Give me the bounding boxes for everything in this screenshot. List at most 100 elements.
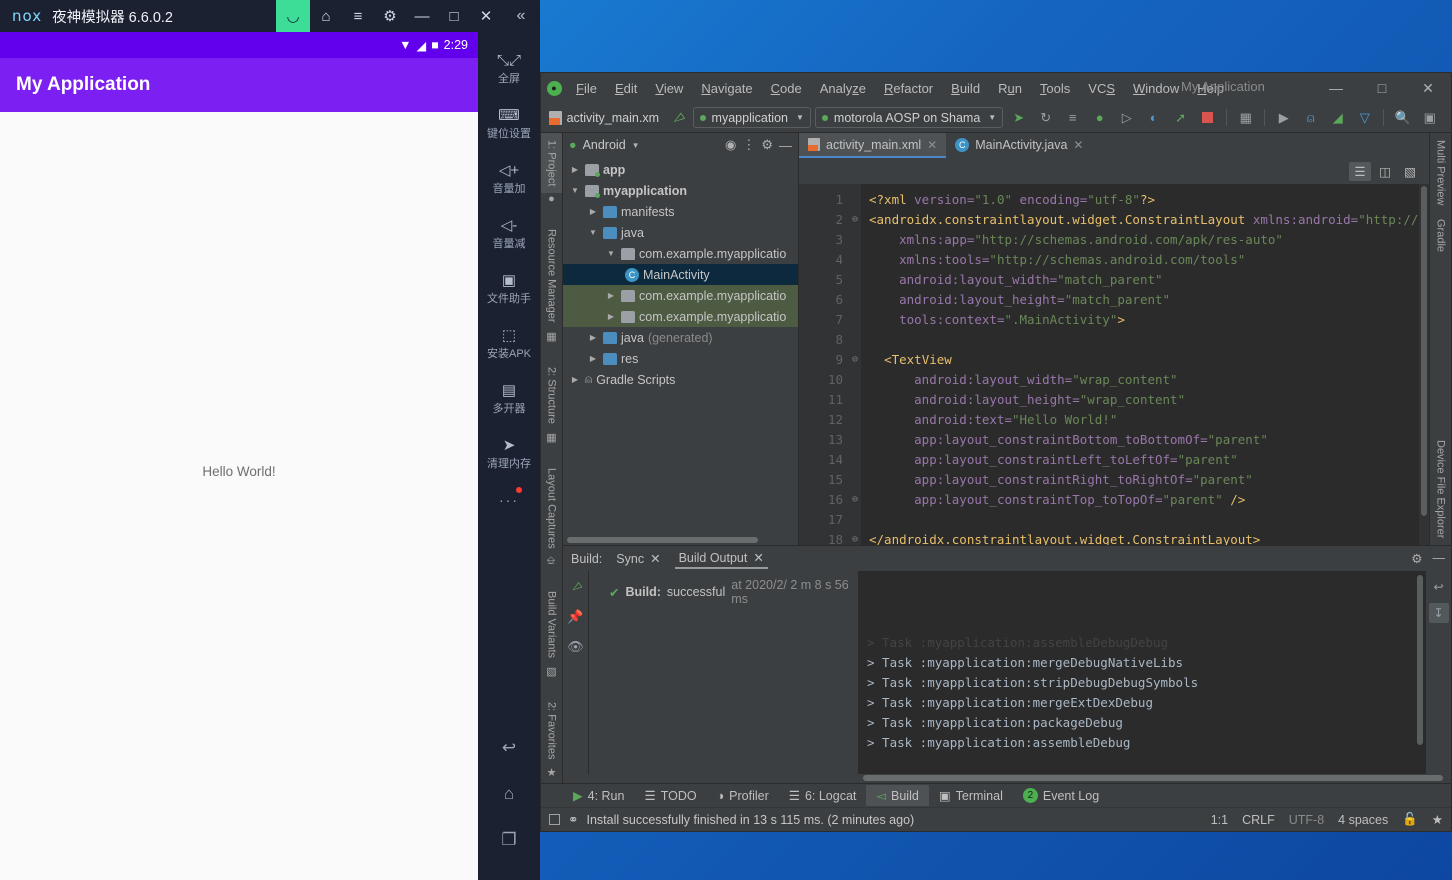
code-line[interactable]: </androidx.constraintlayout.widget.Const… [869, 530, 1429, 545]
volume-up-button[interactable]: ◁+ 音量加 [478, 152, 540, 207]
chevron-down-icon[interactable]: ▼ [569, 186, 581, 195]
tree-item-app[interactable]: ▶ app [563, 159, 798, 180]
fold-marker[interactable] [849, 510, 861, 530]
code-line[interactable]: android:text="Hello World!" [869, 410, 1429, 430]
gear-icon[interactable]: ⚙ [374, 0, 406, 32]
attach-debugger-button[interactable]: ▷ [1115, 106, 1138, 129]
soft-wrap-button[interactable]: ↩ [1429, 577, 1449, 597]
build-output-log[interactable]: > Task :myapplication:assembleDebugDebug… [859, 571, 1425, 774]
tree-item-java-generated[interactable]: ▶ java (generated) [563, 327, 798, 348]
device-selector-combo[interactable]: motorola AOSP on Shama ▼ [814, 107, 1004, 128]
tab-activity-main-xml[interactable]: activity_main.xml ✕ [799, 133, 947, 158]
hammer-icon[interactable]: ◅ [567, 578, 584, 597]
eye-icon[interactable]: 👁 [567, 639, 584, 655]
fold-marker[interactable]: ⊖ [849, 210, 861, 230]
code-line[interactable]: app:layout_constraintBottom_toBottomOf="… [869, 430, 1429, 450]
fold-marker[interactable] [849, 390, 861, 410]
profiler-button[interactable]: ◐ [1142, 106, 1165, 129]
code-line[interactable]: <?xml version="1.0" encoding="utf-8"?> [869, 190, 1429, 210]
device-manager-button[interactable]: ▽ [1353, 106, 1376, 129]
chevron-right-icon[interactable]: ▶ [587, 333, 599, 342]
chevron-right-icon[interactable]: ▶ [605, 291, 617, 300]
code-line[interactable]: app:layout_constraintLeft_toLeftOf="pare… [869, 450, 1429, 470]
stop-run-button[interactable]: ≡ [1061, 106, 1084, 129]
chevron-right-icon[interactable]: ▶ [569, 375, 581, 384]
run-configuration-combo[interactable]: myapplication ▼ [692, 107, 811, 128]
log-scrollbar[interactable] [1417, 575, 1423, 745]
sidebar-item-project[interactable]: 1: Project [541, 133, 562, 194]
menu-file[interactable]: File [567, 77, 606, 100]
indent-setting[interactable]: 4 spaces [1338, 813, 1388, 827]
tool-window-profiler[interactable]: ◑ Profiler [707, 786, 779, 806]
tree-item-myapplication[interactable]: ▼ myapplication [563, 180, 798, 201]
chevron-right-icon[interactable]: ▶ [569, 165, 581, 174]
back-nav-icon[interactable]: ↩ [502, 738, 516, 758]
fold-marker[interactable]: ⊖ [849, 490, 861, 510]
build-horizontal-scrollbar[interactable] [563, 774, 1451, 783]
tool-window-todo[interactable]: ☰ TODO [634, 785, 706, 806]
emulator-device-screen[interactable]: ▼ ◢ ■ 2:29 My Application Hello World! [0, 32, 478, 880]
hammer-icon[interactable]: ◅ [664, 104, 692, 131]
toggle-toolbars-icon[interactable] [549, 814, 560, 825]
file-encoding[interactable]: UTF-8 [1289, 813, 1324, 827]
sdk-manager-button[interactable]: ▦ [1234, 106, 1257, 129]
tree-item-package-3[interactable]: ▶ com.example.myapplicatio [563, 306, 798, 327]
sidebar-item-favorites[interactable]: 2: Favorites [541, 695, 562, 766]
code-line[interactable]: <androidx.constraintlayout.widget.Constr… [869, 210, 1429, 230]
tab-sync[interactable]: Sync ✕ [612, 549, 664, 568]
sidebar-item-gradle[interactable]: Gradle [1430, 212, 1451, 259]
run-with-coverage-button[interactable]: ➚ [1169, 106, 1192, 129]
chevron-down-icon[interactable]: ▼ [587, 228, 599, 237]
fold-marker[interactable] [849, 470, 861, 490]
fold-marker[interactable] [849, 370, 861, 390]
tool-window-build[interactable]: ◅ Build [866, 785, 929, 806]
fold-marker[interactable] [849, 430, 861, 450]
fold-marker[interactable]: ⊖ [849, 350, 861, 370]
sidebar-item-device-file-explorer[interactable]: Device File Explorer [1430, 433, 1451, 545]
fold-marker[interactable] [849, 250, 861, 270]
project-tree[interactable]: ▶ app ▼ myapplication ▶ manifests ▼ java… [563, 157, 798, 536]
chevron-down-icon[interactable]: ▼ [605, 249, 617, 258]
profile-avatar-button[interactable]: ▣ [1418, 106, 1441, 129]
current-file-chip[interactable]: activity_main.xm [545, 110, 663, 125]
scroll-to-end-button[interactable]: ↧ [1428, 603, 1449, 623]
code-line[interactable]: android:layout_width="wrap_content" [869, 370, 1429, 390]
code-line[interactable] [869, 330, 1429, 350]
hide-icon[interactable]: — [1433, 551, 1446, 566]
sync-gradle-button[interactable]: ⍝ [1299, 106, 1322, 129]
code-line[interactable]: app:layout_constraintRight_toRightOf="pa… [869, 470, 1429, 490]
menu-refactor[interactable]: Refactor [875, 77, 942, 100]
fold-marker[interactable]: ⊖ [849, 530, 861, 545]
fold-marker[interactable] [849, 230, 861, 250]
close-icon[interactable]: ✕ [650, 551, 660, 566]
fold-marker[interactable] [849, 330, 861, 350]
rerun-button[interactable]: ↻ [1034, 106, 1057, 129]
search-everywhere-button[interactable]: 🔍 [1391, 106, 1414, 129]
debug-button[interactable]: ● [1088, 106, 1111, 129]
stop-button[interactable] [1196, 106, 1219, 129]
sidebar-item-build-variants[interactable]: Build Variants [541, 584, 562, 665]
file-assistant-button[interactable]: ▣ 文件助手 [478, 262, 540, 317]
source-code[interactable]: <?xml version="1.0" encoding="utf-8"?> <a… [861, 184, 1429, 545]
chevron-right-icon[interactable]: ▶ [587, 354, 599, 363]
tree-item-java[interactable]: ▼ java [563, 222, 798, 243]
menu-navigate[interactable]: Navigate [692, 77, 761, 100]
fold-marker[interactable] [849, 270, 861, 290]
project-horizontal-scrollbar[interactable] [563, 536, 798, 545]
code-line[interactable]: android:layout_height="wrap_content" [869, 390, 1429, 410]
clean-memory-button[interactable]: ➤ 清理内存 [478, 427, 540, 482]
close-button[interactable]: ✕ [1405, 73, 1451, 103]
run-button[interactable]: ➤ [1007, 106, 1030, 129]
menu-edit[interactable]: Edit [606, 77, 646, 100]
recents-nav-icon[interactable]: ❐ [501, 830, 516, 850]
app-store-icon[interactable]: ◡ [276, 0, 310, 32]
sidebar-item-multi-preview[interactable]: Multi Preview [1430, 133, 1451, 212]
tree-item-gradle-scripts[interactable]: ▶ ⍝ Gradle Scripts [563, 369, 798, 390]
fold-marker[interactable] [849, 410, 861, 430]
minimize-button[interactable]: — [1313, 73, 1359, 103]
collapse-icon[interactable]: « [502, 0, 540, 32]
fullscreen-button[interactable]: ⤡⤢ 全屏 [478, 42, 540, 97]
home-nav-icon[interactable]: ⌂ [504, 784, 514, 804]
target-icon[interactable]: ◉ [725, 137, 736, 153]
menu-tools[interactable]: Tools [1031, 77, 1079, 100]
